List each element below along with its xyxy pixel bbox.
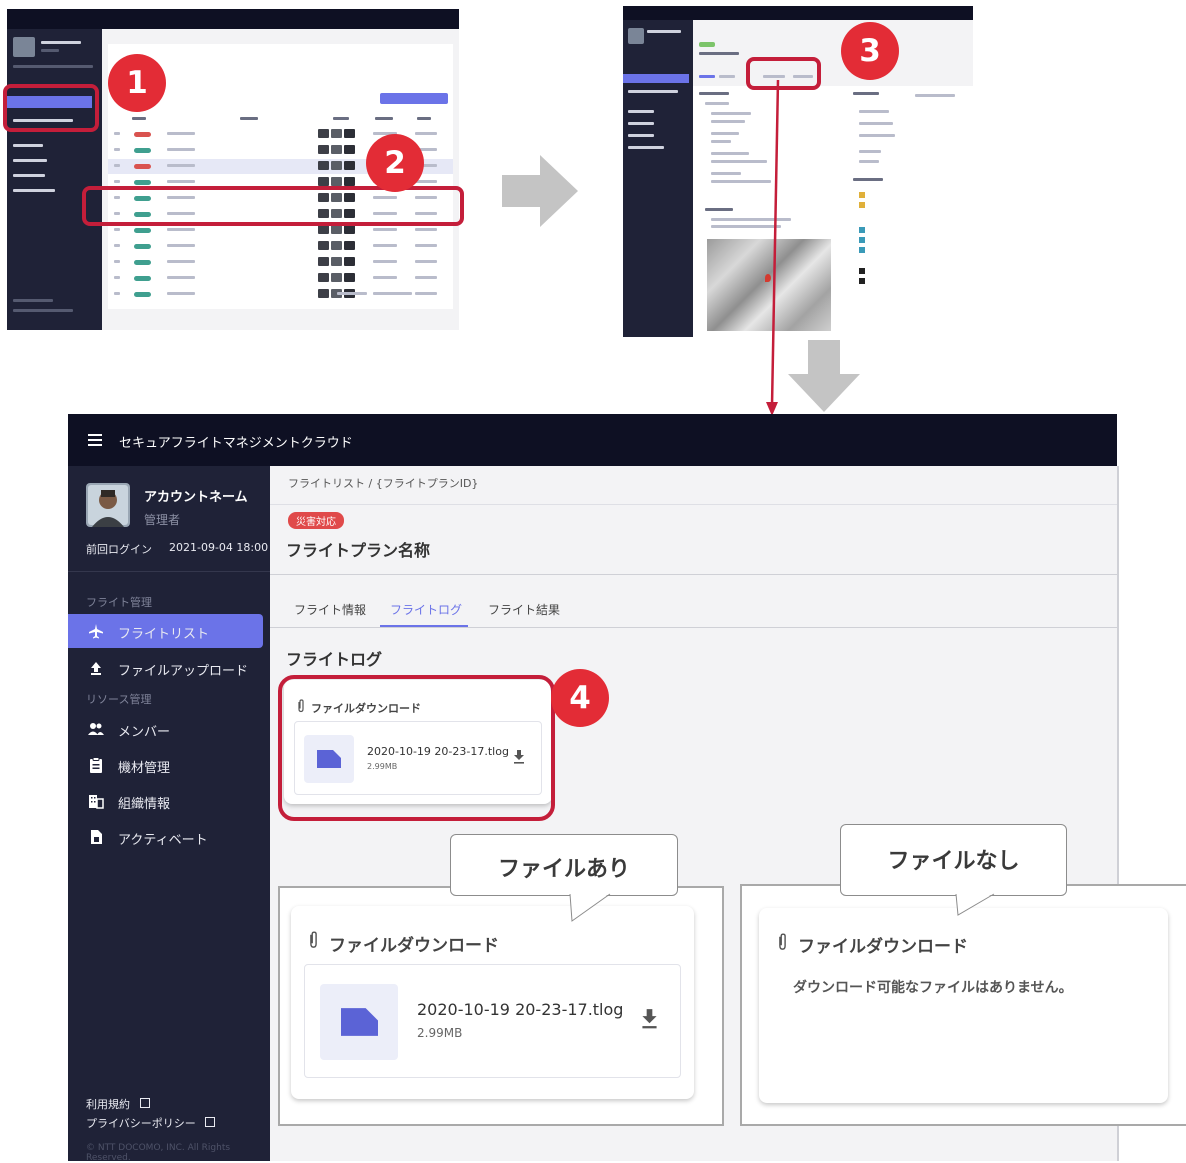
sidebar-item-file-upload[interactable]: ファイルアップロード — [68, 651, 263, 685]
clipboard-icon — [90, 757, 102, 773]
external-link-icon — [205, 1117, 216, 1127]
file-size: 2.99MB — [417, 1026, 463, 1040]
paperclip-icon — [779, 933, 786, 950]
last-login-label: 前回ログイン — [86, 543, 152, 556]
step4-highlight — [278, 675, 555, 821]
hamburger-menu-icon[interactable] — [88, 434, 102, 446]
step1-highlight — [3, 84, 99, 132]
step4-badge: 4 — [551, 669, 609, 727]
callout-tail — [569, 893, 611, 922]
callout-tail — [955, 893, 995, 916]
sidebar-item-label: ファイルアップロード — [118, 664, 249, 679]
sidebar-item-members[interactable]: メンバー — [68, 712, 263, 746]
sidebar-item-label: 機材管理 — [118, 761, 171, 776]
copyright: © NTT DOCOMO, INC. All Rights Reserved. — [86, 1143, 231, 1163]
airplane-icon — [89, 624, 103, 639]
thumb2-content — [693, 20, 973, 337]
file-download-card-empty: ファイルダウンロード ダウンロード可能なファイルはありません。 — [759, 908, 1168, 1103]
callout-with-file-label: ファイルあり — [497, 857, 630, 882]
card-title: ファイルダウンロード — [798, 937, 968, 957]
privacy-label: プライバシーポリシー — [86, 1117, 196, 1130]
file-icon — [341, 1008, 378, 1036]
section-resource-management: リソース管理 — [86, 693, 152, 706]
external-link-icon — [139, 1098, 150, 1108]
callout-no-file: ファイルなし — [840, 824, 1067, 896]
sidebar-item-label: 組織情報 — [118, 797, 171, 812]
upload-icon — [91, 662, 101, 675]
sidebar-item-label: メンバー — [118, 725, 171, 740]
last-login-value: 2021-09-04 18:00 — [169, 541, 269, 554]
step2-badge: 2 — [366, 134, 424, 192]
sidebar-item-activate[interactable]: アクティベート — [68, 820, 263, 854]
step3-connector — [766, 80, 780, 416]
sidebar-item-flight-list[interactable]: フライトリスト — [68, 614, 263, 648]
account-role: 管理者 — [144, 513, 181, 527]
step2-highlight — [82, 186, 464, 226]
terms-label: 利用規約 — [86, 1098, 130, 1111]
callout-no-file-label: ファイルなし — [887, 849, 1020, 874]
empty-message: ダウンロード可能なファイルはありません。 — [793, 980, 1073, 996]
tab-flight-log[interactable]: フライトログ — [390, 601, 462, 618]
thumb2-sidebar — [623, 20, 693, 337]
file-download-card-with-file: ファイルダウンロード 2020-10-19 20-23-17.tlog 2.99… — [291, 906, 694, 1099]
app-topbar: セキュアフライトマネジメントクラウド — [68, 414, 1117, 466]
sidebar-item-label: アクティベート — [118, 833, 208, 848]
page-title: フライトプラン名称 — [286, 541, 431, 560]
avatar[interactable] — [86, 483, 130, 527]
step3-highlight — [746, 57, 821, 90]
category-tag: 災害対応 — [288, 512, 344, 529]
download-icon[interactable] — [641, 1009, 658, 1029]
tab-flight-info[interactable]: フライト情報 — [294, 601, 366, 618]
card-title: ファイルダウンロード — [329, 936, 499, 956]
thumb2-topbar — [623, 6, 973, 20]
thumb1-topbar — [7, 9, 459, 29]
sidebar: アカウントネーム 管理者 前回ログイン 2021-09-04 18:00 フライ… — [68, 466, 270, 1163]
account-name: アカウントネーム — [144, 490, 248, 505]
sim-icon — [91, 830, 102, 844]
sidebar-item-equipment[interactable]: 機材管理 — [68, 748, 263, 782]
privacy-link[interactable]: プライバシーポリシー — [86, 1115, 216, 1131]
thumbnail-flight-detail — [623, 6, 973, 337]
callout-with-file: ファイルあり — [450, 834, 678, 896]
tab-flight-result[interactable]: フライト結果 — [488, 601, 560, 618]
step1-badge: 1 — [108, 54, 166, 112]
step3-badge: 3 — [841, 22, 899, 80]
paperclip-icon — [310, 931, 317, 948]
arrow-down-icon — [788, 340, 860, 412]
file-name: 2020-10-19 20-23-17.tlog — [417, 1000, 624, 1019]
building-icon — [89, 795, 104, 809]
app-title: セキュアフライトマネジメントクラウド — [119, 436, 353, 451]
section-title: フライトログ — [286, 650, 383, 669]
people-icon — [88, 723, 104, 735]
terms-link[interactable]: 利用規約 — [86, 1096, 150, 1112]
section-flight-management: フライト管理 — [86, 596, 152, 609]
thumb1-sidebar — [7, 29, 102, 330]
breadcrumb[interactable]: フライトリスト / {フライトプランID} — [288, 475, 478, 491]
file-item[interactable]: 2020-10-19 20-23-17.tlog 2.99MB — [304, 964, 681, 1078]
sidebar-item-organization[interactable]: 組織情報 — [68, 784, 263, 818]
sidebar-item-label: フライトリスト — [118, 627, 210, 642]
arrow-right-icon — [502, 155, 578, 227]
